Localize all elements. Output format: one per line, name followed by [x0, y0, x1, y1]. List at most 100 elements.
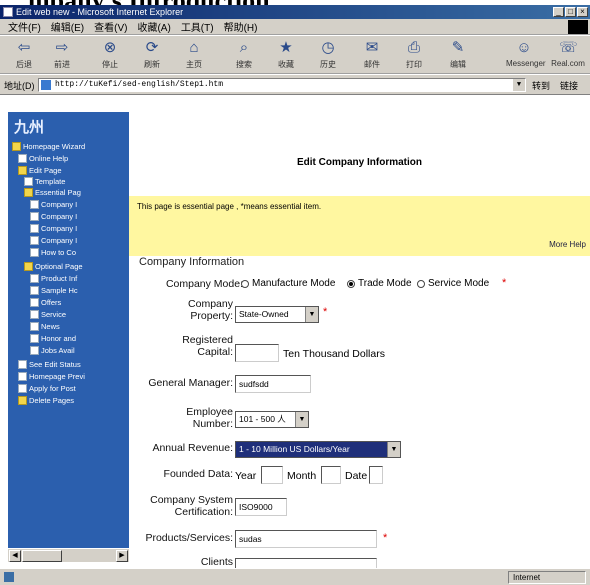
window-titlebar[interactable]: Edit web new - Microsoft Internet Explor…: [0, 5, 590, 19]
page-status-icon: [4, 572, 14, 582]
scroll-right-arrow-icon[interactable]: ▶: [116, 550, 128, 562]
clients-label: Clients: [200, 556, 233, 568]
edit-button[interactable]: ✎ 编辑: [442, 39, 474, 72]
sidebar-item-label: Jobs Avail: [41, 345, 75, 355]
sidebar-item-label: Delete Pages: [29, 395, 75, 405]
chevron-down-icon: ▼: [305, 307, 318, 322]
sidebar-item-label: Product Inf: [41, 273, 78, 283]
page-icon: [30, 273, 39, 283]
real-button[interactable]: ☏ Real.com: [550, 39, 586, 72]
mail-icon: ✉: [365, 39, 379, 56]
messenger-button[interactable]: ☺ Messenger: [506, 39, 546, 72]
sidebar-item[interactable]: How to Co: [30, 246, 76, 258]
sidebar-item[interactable]: Company I: [30, 198, 77, 210]
menu-file[interactable]: 文件(F): [8, 19, 41, 34]
products-services-input[interactable]: sudas: [235, 530, 377, 548]
sidebar-item[interactable]: Jobs Avail: [30, 344, 75, 356]
month-input[interactable]: [321, 466, 341, 484]
clients-input[interactable]: [235, 558, 377, 568]
page-icon: [30, 345, 39, 355]
history-button[interactable]: ◷ 历史: [312, 39, 344, 72]
sidebar-item[interactable]: News: [30, 320, 60, 332]
windows-logo-icon: [568, 19, 588, 34]
mail-button[interactable]: ✉ 邮件: [356, 39, 388, 72]
sidebar-item-label: Sample Hc: [41, 285, 78, 295]
sidebar-item[interactable]: Delete Pages: [18, 394, 74, 406]
sidebar-item[interactable]: Sample Hc: [30, 284, 78, 296]
date-input[interactable]: [369, 466, 383, 484]
page-icon: [30, 297, 39, 307]
refresh-button[interactable]: ⟳ 刷新: [136, 39, 168, 72]
links-button[interactable]: 链接: [560, 79, 578, 92]
home-button[interactable]: ⌂ 主页: [178, 39, 210, 72]
sidebar-item[interactable]: Company I: [30, 234, 77, 246]
sidebar-item[interactable]: Essential Pag: [24, 186, 81, 198]
founded-date-label: Founded Data:: [163, 468, 233, 480]
sidebar-item-label: Company I: [41, 223, 78, 233]
forward-button[interactable]: ⇨ 前进: [46, 39, 78, 72]
service-mode-radio[interactable]: Service Mode: [417, 278, 489, 289]
manufacture-mode-radio[interactable]: Manufacture Mode: [241, 278, 335, 289]
company-property-select[interactable]: State-Owned ▼: [235, 306, 319, 323]
back-icon: ⇦: [17, 39, 31, 56]
menu-bar: 文件(F) 编辑(E) 查看(V) 收藏(A) 工具(T) 帮助(H): [0, 19, 590, 35]
search-icon: ⌕: [239, 39, 249, 56]
go-button[interactable]: 转到: [532, 79, 550, 92]
sidebar-item-label: Honor and: [41, 333, 77, 343]
status-bar: Internet: [0, 568, 590, 585]
menu-tools[interactable]: 工具(T): [181, 19, 214, 34]
certification-input[interactable]: ISO9000: [235, 498, 287, 516]
scroll-left-arrow-icon[interactable]: ◀: [9, 550, 21, 562]
sidebar-item[interactable]: Homepage Previ: [18, 370, 85, 382]
sidebar-item[interactable]: Company I: [30, 210, 77, 222]
sidebar-item[interactable]: Product Inf: [30, 272, 77, 284]
menu-edit[interactable]: 编辑(E): [51, 19, 84, 34]
trade-mode-radio[interactable]: Trade Mode: [347, 278, 412, 289]
address-dropdown-button[interactable]: ▼: [513, 79, 525, 91]
close-button[interactable]: ×: [577, 7, 588, 17]
employee-number-select[interactable]: 101 - 500 人 ▼: [235, 411, 309, 428]
year-label: Year: [235, 470, 257, 482]
site-logo: 九州: [14, 119, 45, 136]
sidebar-item[interactable]: Online Help: [18, 152, 68, 164]
stop-button[interactable]: ⊗ 停止: [94, 39, 126, 72]
sidebar-item[interactable]: Service: [30, 308, 66, 320]
sidebar-item[interactable]: Apply for Post: [18, 382, 76, 394]
sidebar-item[interactable]: Offers: [30, 296, 61, 308]
menu-help[interactable]: 帮助(H): [224, 19, 258, 34]
sidebar-item[interactable]: See Edit Status: [18, 358, 81, 370]
minimize-button[interactable]: _: [553, 7, 564, 17]
edit-icon: ✎: [451, 39, 465, 56]
ie-app-icon: [3, 7, 13, 17]
address-input[interactable]: http://tuKefi/sed-english/Step1.htm ▼: [38, 78, 526, 92]
navigation-tree: 九州 Homepage Wizard Online Help Edit Page Te…: [8, 112, 129, 562]
certification-label: Company System Certification:: [150, 494, 233, 518]
annual-revenue-select[interactable]: 1 - 10 Million US Dollars/Year ▼: [235, 441, 401, 458]
sidebar-item-label: Service: [41, 309, 67, 319]
general-manager-input[interactable]: sudfsdd: [235, 375, 311, 393]
scroll-thumb[interactable]: [22, 550, 62, 562]
standard-toolbar: ⇦ 后退 ⇨ 前进 ⊗ 停止 ⟳ 刷新 ⌂ 主页 ⌕ 搜索 ★ 收藏 ◷ 历史 ✉ 邮件 ⎙ 打印 …: [0, 36, 590, 74]
sidebar-item-label: How to Co: [41, 247, 77, 257]
registered-capital-input[interactable]: [235, 344, 279, 362]
sidebar-item[interactable]: Homepage Wizard: [12, 140, 85, 152]
date-label: Date: [345, 470, 368, 482]
products-required-mark: *: [383, 532, 388, 544]
sidebar-item[interactable]: Optional Page: [24, 260, 83, 272]
back-button[interactable]: ⇦ 后退: [8, 39, 40, 72]
sidebar-item[interactable]: Honor and: [30, 332, 76, 344]
sidebar-horizontal-scrollbar[interactable]: ◀ ▶: [8, 548, 129, 562]
company-mode-required-mark: *: [502, 277, 507, 289]
search-button[interactable]: ⌕ 搜索: [228, 39, 260, 72]
maximize-button[interactable]: □: [565, 7, 576, 17]
sidebar-item[interactable]: Company I: [30, 222, 77, 234]
menu-favorites[interactable]: 收藏(A): [137, 19, 170, 34]
print-button[interactable]: ⎙ 打印: [398, 39, 430, 72]
favorites-button[interactable]: ★ 收藏: [270, 39, 302, 72]
menu-view[interactable]: 查看(V): [94, 19, 127, 34]
sidebar-item-label: News: [41, 321, 60, 331]
page-icon: [18, 153, 27, 163]
sidebar-item-label: Company I: [41, 199, 78, 209]
year-input[interactable]: [261, 466, 283, 484]
more-help-link[interactable]: More Help: [549, 240, 586, 249]
